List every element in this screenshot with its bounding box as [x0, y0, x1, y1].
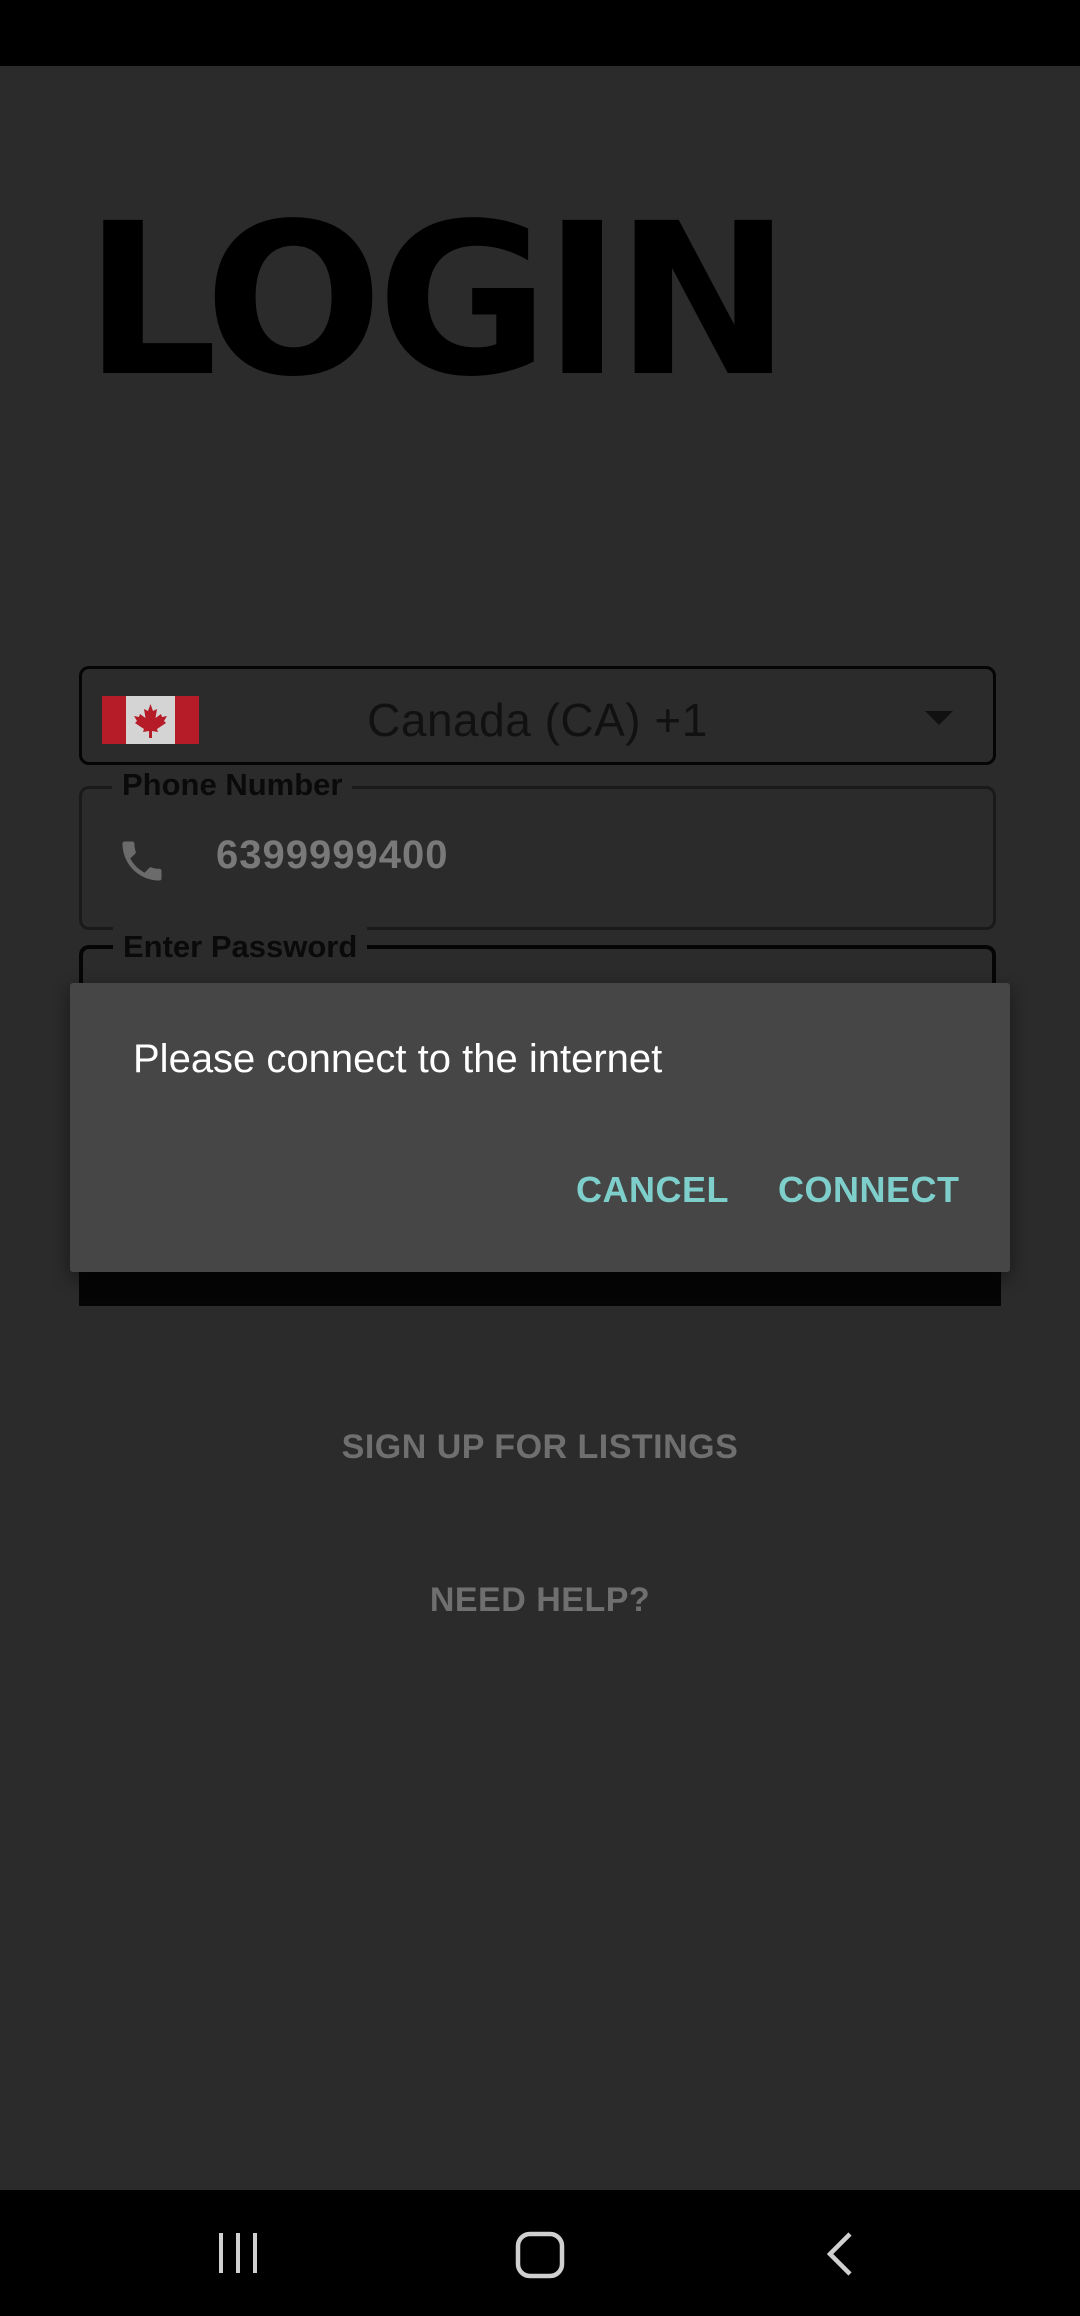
phone-icon — [122, 841, 162, 881]
navigation-bar — [0, 2190, 1080, 2316]
country-code-label: Canada (CA) +1 — [367, 694, 708, 746]
connect-button[interactable]: CONNECT — [778, 1169, 960, 1211]
home-icon[interactable] — [514, 2230, 566, 2280]
back-icon[interactable] — [820, 2230, 860, 2278]
sign-up-link[interactable]: SIGN UP FOR LISTINGS — [0, 1428, 1080, 1467]
chevron-down-icon — [925, 711, 953, 725]
page-title: LOGIN — [84, 178, 791, 423]
status-bar — [0, 0, 1080, 66]
country-code-dropdown[interactable]: Canada (CA) +1 — [79, 666, 996, 765]
phone-number-label: Phone Number — [112, 765, 353, 805]
dialog-message: Please connect to the internet — [133, 1037, 663, 1081]
cancel-button[interactable]: CANCEL — [576, 1169, 729, 1211]
no-internet-dialog: Please connect to the internet CANCEL CO… — [70, 983, 1010, 1272]
phone-number-field[interactable]: Phone Number 6399999400 — [79, 765, 996, 930]
login-button[interactable] — [79, 1268, 1001, 1306]
recents-icon[interactable] — [214, 2230, 262, 2276]
need-help-link[interactable]: NEED HELP? — [0, 1581, 1080, 1620]
password-label: Enter Password — [113, 927, 368, 967]
phone-number-input[interactable]: 6399999400 — [216, 833, 448, 878]
